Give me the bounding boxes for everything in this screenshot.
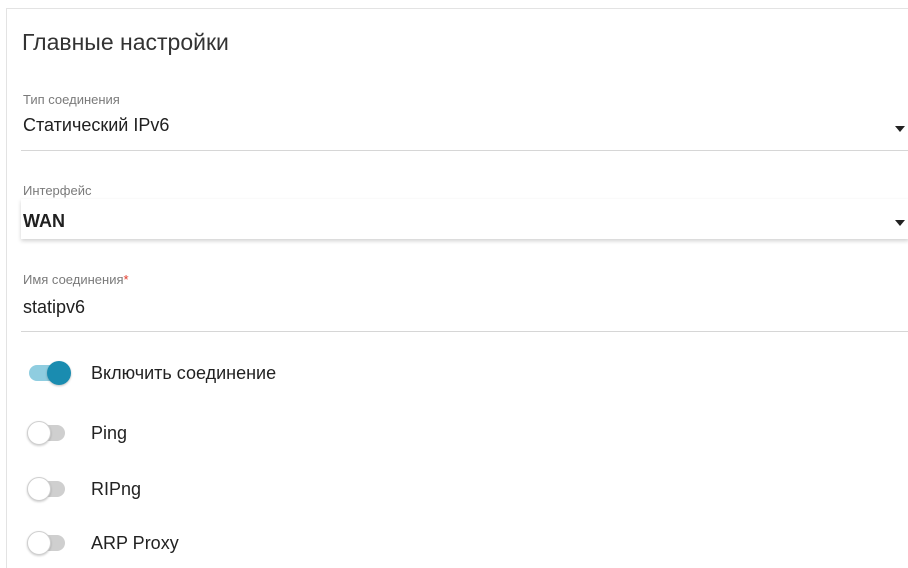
connection-type-value: Статический IPv6	[23, 115, 170, 135]
connection-type-label: Тип соединения	[23, 92, 120, 107]
toggle-arp-proxy[interactable]: ARP Proxy	[27, 529, 629, 559]
dropdown-arrow-icon[interactable]	[895, 220, 905, 226]
ping-label: Ping	[91, 423, 128, 443]
ping-switch[interactable]	[27, 421, 65, 445]
required-mark: *	[123, 272, 129, 287]
connection-name-label: Имя соединения*	[23, 272, 129, 287]
toggle-ripng[interactable]: RIPng	[27, 475, 629, 505]
interface-value: WAN	[23, 211, 65, 231]
field-underline	[21, 150, 908, 151]
switch-knob	[27, 477, 51, 501]
connection-name-field[interactable]: Имя соединения* statipv6	[21, 264, 908, 334]
dropdown-arrow-icon[interactable]	[895, 126, 905, 132]
ripng-switch[interactable]	[27, 477, 65, 501]
interface-label: Интерфейс	[23, 183, 92, 198]
field-underline	[21, 331, 908, 332]
switch-knob	[27, 531, 51, 555]
enable-connection-label: Включить соединение	[91, 363, 277, 383]
ripng-label: RIPng	[91, 479, 142, 499]
section-title: Главные настройки	[22, 29, 229, 55]
toggle-enable-connection[interactable]: Включить соединение	[29, 359, 629, 389]
switch-knob	[27, 421, 51, 445]
switch-knob	[47, 361, 71, 385]
connection-name-label-text: Имя соединения	[23, 272, 124, 287]
interface-select[interactable]: Интерфейс WAN	[21, 174, 908, 244]
arp-proxy-switch[interactable]	[27, 531, 65, 555]
interface-select-box[interactable]	[21, 199, 908, 239]
connection-name-input[interactable]: statipv6	[23, 297, 85, 318]
enable-connection-switch[interactable]	[29, 361, 71, 385]
main-settings-panel: Главные настройки Тип соединения Статиче…	[6, 8, 908, 568]
connection-type-select[interactable]: Тип соединения Статический IPv6	[21, 84, 908, 152]
toggle-ping[interactable]: Ping	[27, 419, 629, 449]
